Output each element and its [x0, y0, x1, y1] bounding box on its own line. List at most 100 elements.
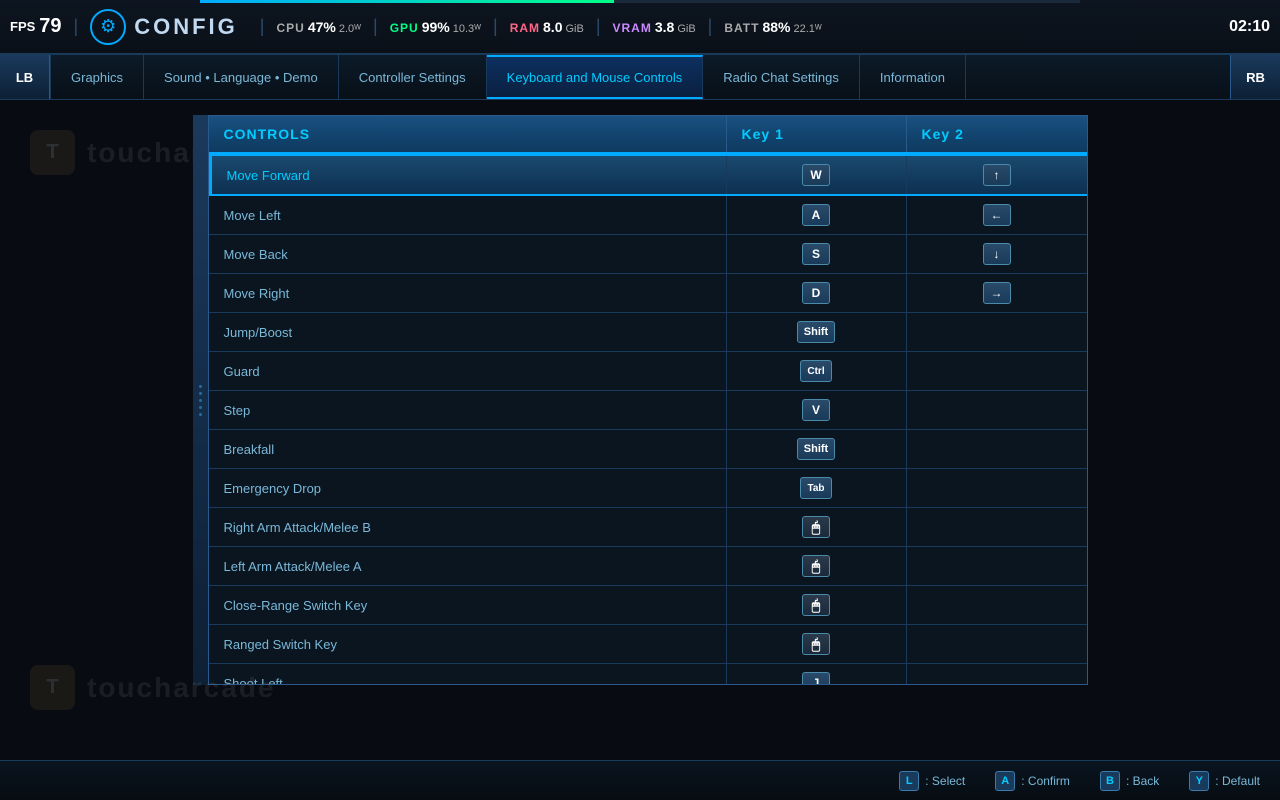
key2-cell[interactable]: ←	[907, 196, 1087, 234]
key1-cell[interactable]: D	[727, 274, 907, 312]
table-row[interactable]: Breakfall Shift	[209, 430, 1087, 469]
key2-cell[interactable]	[907, 547, 1087, 585]
rb-button[interactable]: RB	[1230, 55, 1280, 99]
fps-value: 79	[39, 15, 61, 38]
tab-radio[interactable]: Radio Chat Settings	[703, 55, 860, 99]
cpu-bar	[200, 0, 614, 3]
divider-4: |	[493, 16, 498, 37]
control-name: Step	[209, 391, 727, 429]
divider-1: |	[74, 16, 79, 37]
key2-cell[interactable]	[907, 664, 1087, 684]
key1-cell[interactable]: Tab	[727, 469, 907, 507]
key1-cell[interactable]: 🖱	[727, 586, 907, 624]
divider-5: |	[596, 16, 601, 37]
key2-cell[interactable]	[907, 352, 1087, 390]
key-badge: 🖱	[802, 516, 830, 538]
key-badge: Tab	[800, 477, 832, 499]
fps-block: FPS 79	[10, 15, 62, 38]
key2-cell[interactable]	[907, 430, 1087, 468]
lb-button[interactable]: LB	[0, 55, 50, 99]
table-row[interactable]: Move Back S ↓	[209, 235, 1087, 274]
b-button-badge: B	[1100, 771, 1120, 791]
gpu-stat: GPU 99% 10.3ᵂ	[390, 19, 481, 35]
key2-cell[interactable]	[907, 391, 1087, 429]
main-content: T toucharcade T toucharcade CONTROLS Key…	[0, 100, 1280, 760]
key1-cell[interactable]: 🖱	[727, 508, 907, 546]
table-row[interactable]: Guard Ctrl	[209, 352, 1087, 391]
vram-label: VRAM	[613, 21, 652, 35]
key2-cell[interactable]: →	[907, 274, 1087, 312]
control-name: Jump/Boost	[209, 313, 727, 351]
key1-cell[interactable]: Shift	[727, 430, 907, 468]
table-row[interactable]: Ranged Switch Key 🖱	[209, 625, 1087, 664]
key2-cell[interactable]: ↓	[907, 235, 1087, 273]
table-row[interactable]: Left Arm Attack/Melee A 🖱	[209, 547, 1087, 586]
y-button-badge: Y	[1189, 771, 1209, 791]
nav-bar: LB Graphics Sound • Language • Demo Cont…	[0, 55, 1280, 100]
key-badge: Shift	[797, 438, 835, 460]
key1-cell[interactable]: A	[727, 196, 907, 234]
key-badge: Ctrl	[800, 360, 832, 382]
key2-cell[interactable]	[907, 625, 1087, 663]
control-name: Guard	[209, 352, 727, 390]
side-dot-5	[199, 413, 202, 416]
control-name: Move Right	[209, 274, 727, 312]
config-title: CONFIG	[134, 14, 238, 40]
ta-logo: T	[30, 130, 75, 175]
l-button-badge: L	[899, 771, 919, 791]
cpu-bar-container	[200, 0, 1080, 3]
tab-sound[interactable]: Sound • Language • Demo	[144, 55, 339, 99]
key-badge: A	[802, 204, 830, 226]
batt-stat: BATT 88% 22.1ᵂ	[724, 19, 821, 35]
tab-graphics[interactable]: Graphics	[50, 55, 144, 99]
table-row[interactable]: Jump/Boost Shift	[209, 313, 1087, 352]
table-row[interactable]: Close-Range Switch Key 🖱	[209, 586, 1087, 625]
table-row[interactable]: Shoot Left J	[209, 664, 1087, 684]
action-back: B : Back	[1100, 771, 1159, 791]
table-row[interactable]: Step V	[209, 391, 1087, 430]
key-badge: V	[802, 399, 830, 421]
table-row[interactable]: Right Arm Attack/Melee B 🖱	[209, 508, 1087, 547]
table-row[interactable]: Move Forward W ↑	[209, 154, 1087, 196]
table-header: CONTROLS Key 1 Key 2	[209, 116, 1087, 154]
control-name: Close-Range Switch Key	[209, 586, 727, 624]
tab-controller[interactable]: Controller Settings	[339, 55, 487, 99]
table-row[interactable]: Move Right D →	[209, 274, 1087, 313]
th-key1: Key 1	[727, 116, 907, 152]
key2-cell[interactable]	[907, 313, 1087, 351]
tab-keyboard[interactable]: Keyboard and Mouse Controls	[487, 55, 704, 99]
cpu-label: CPU	[276, 21, 304, 35]
gear-icon: ⚙	[90, 9, 126, 45]
control-name: Ranged Switch Key	[209, 625, 727, 663]
key1-cell[interactable]: J	[727, 664, 907, 684]
control-name: Emergency Drop	[209, 469, 727, 507]
nav-tabs: Graphics Sound • Language • Demo Control…	[50, 55, 1230, 99]
side-dot-1	[199, 385, 202, 388]
key1-cell[interactable]: S	[727, 235, 907, 273]
key1-cell[interactable]: 🖱	[727, 625, 907, 663]
key1-cell[interactable]: V	[727, 391, 907, 429]
table-row[interactable]: Emergency Drop Tab	[209, 469, 1087, 508]
time-display: 02:10	[1229, 18, 1270, 36]
side-dot-4	[199, 406, 202, 409]
key1-cell[interactable]: 🖱	[727, 547, 907, 585]
key2-cell[interactable]	[907, 469, 1087, 507]
cpu-value: 47%	[308, 19, 336, 35]
table-body[interactable]: Move Forward W ↑ Move Left A ← Move Back…	[209, 154, 1087, 684]
batt-label: BATT	[724, 21, 759, 35]
key1-cell[interactable]: Shift	[727, 313, 907, 351]
key2-cell[interactable]: ↑	[907, 156, 1087, 194]
action-select-label: : Select	[925, 774, 965, 788]
key1-cell[interactable]: Ctrl	[727, 352, 907, 390]
action-confirm-label: : Confirm	[1021, 774, 1070, 788]
action-back-label: : Back	[1126, 774, 1159, 788]
key-badge: →	[983, 282, 1011, 304]
key2-cell[interactable]	[907, 508, 1087, 546]
control-name: Move Forward	[209, 156, 727, 194]
controls-table: CONTROLS Key 1 Key 2 Move Forward W ↑ Mo…	[208, 115, 1088, 685]
control-name: Breakfall	[209, 430, 727, 468]
key2-cell[interactable]	[907, 586, 1087, 624]
tab-information[interactable]: Information	[860, 55, 966, 99]
key1-cell[interactable]: W	[727, 156, 907, 194]
table-row[interactable]: Move Left A ←	[209, 196, 1087, 235]
